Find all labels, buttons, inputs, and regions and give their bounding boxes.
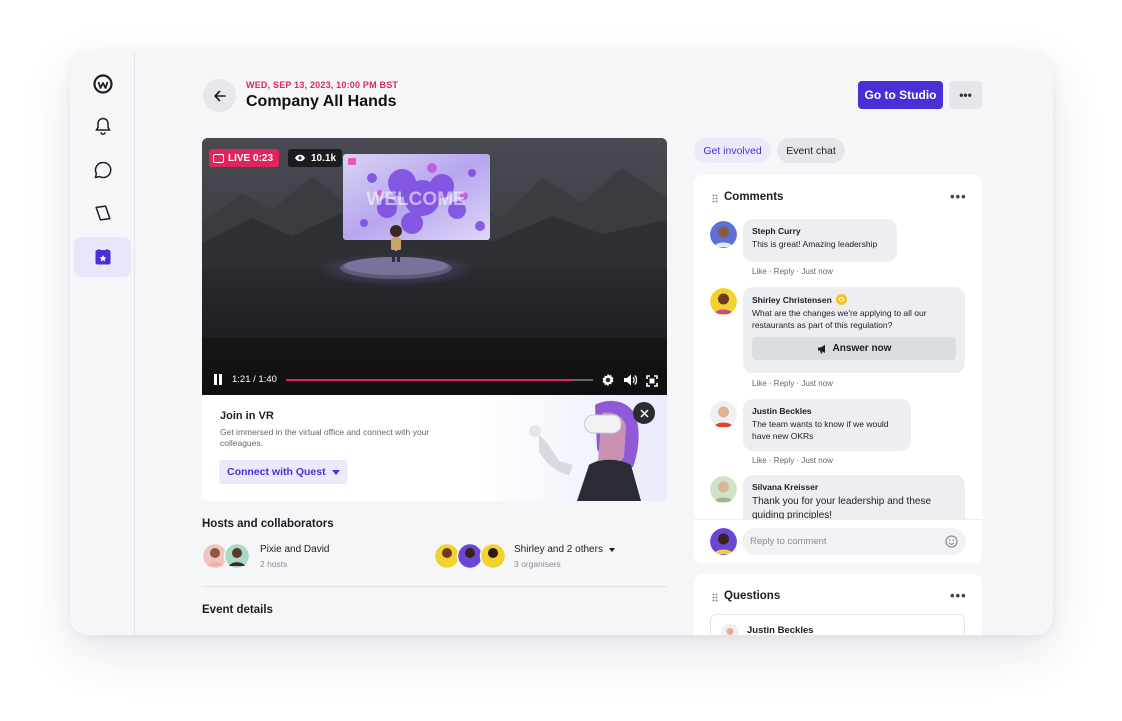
comments-heading: Comments xyxy=(724,191,784,203)
volume-icon[interactable] xyxy=(623,373,638,392)
badge-icon xyxy=(835,294,847,305)
progress-track[interactable] xyxy=(286,379,593,381)
questions-heading: Questions xyxy=(724,590,781,602)
notifications-bell-icon[interactable] xyxy=(74,106,131,146)
more-options-button[interactable]: ••• xyxy=(949,81,982,109)
live-broadcast-icon xyxy=(213,153,224,163)
drag-handle-icon[interactable] xyxy=(712,194,718,203)
host-group-1-name: Pixie and David xyxy=(260,544,330,555)
reply-input[interactable]: Reply to comment xyxy=(742,528,966,555)
join-vr-card: Join in VR Get immersed in the virtual o… xyxy=(202,395,667,501)
hosts-heading: Hosts and collaborators xyxy=(202,518,334,530)
time-display: 1:21 / 1:40 xyxy=(232,374,277,385)
pause-icon xyxy=(214,374,217,385)
host-avatars-2 xyxy=(434,542,507,570)
live-label: LIVE 0:23 xyxy=(228,152,274,164)
chat-bubble-icon[interactable] xyxy=(74,150,131,190)
host-avatars-1 xyxy=(202,542,251,570)
comments-card: Comments ••• Steph Curry This is great! … xyxy=(694,175,982,563)
comment-actions[interactable]: Like · Reply · Just now xyxy=(752,379,833,388)
comment-bubble: Silvana Kreisser Thank you for your lead… xyxy=(743,475,965,519)
avatar xyxy=(710,476,737,503)
avatar xyxy=(710,221,737,248)
questions-card: Questions ••• Justin Beckles xyxy=(694,574,982,635)
answer-now-button[interactable]: Answer now xyxy=(752,337,956,360)
go-to-studio-button[interactable]: Go to Studio xyxy=(858,81,943,109)
back-button[interactable] xyxy=(203,79,236,112)
comment-text: The team wants to know if we would have … xyxy=(752,419,889,441)
video-player[interactable]: WELCOME LIVE 0:23 10.1k 1:21 / 1:40 xyxy=(202,138,667,395)
knowledge-book-icon[interactable] xyxy=(74,193,131,233)
progress-fill xyxy=(286,379,572,381)
connect-with-quest-button[interactable]: Connect with Quest xyxy=(219,460,347,484)
app-window: WED, SEP 13, 2023, 10:00 PM BST Company … xyxy=(70,52,1053,635)
divider xyxy=(694,519,982,520)
page-title: Company All Hands xyxy=(246,93,397,110)
emoji-icon[interactable] xyxy=(945,535,958,548)
vr-description: Get immersed in the virtual office and c… xyxy=(220,427,430,448)
avatar xyxy=(710,401,737,428)
questions-more-icon[interactable]: ••• xyxy=(950,588,967,603)
comment-author: Shirley Christensen xyxy=(752,294,832,305)
comment-bubble: Justin Beckles The team wants to know if… xyxy=(743,399,911,451)
nav-rail xyxy=(70,52,135,635)
main-content: WED, SEP 13, 2023, 10:00 PM BST Company … xyxy=(136,52,1053,635)
close-icon xyxy=(639,408,649,418)
close-vr-card-button[interactable] xyxy=(633,402,655,424)
comment-text: What are the changes we're applying to a… xyxy=(752,308,927,330)
comment-text: This is great! Amazing leadership xyxy=(752,239,878,249)
avatar xyxy=(710,288,737,315)
comment-bubble: Shirley Christensen What are the changes… xyxy=(743,287,965,373)
vr-title: Join in VR xyxy=(220,410,274,422)
pause-button[interactable] xyxy=(213,374,223,385)
comment-actions[interactable]: Like · Reply · Just now xyxy=(752,267,833,276)
live-badge: LIVE 0:23 xyxy=(209,149,280,167)
comment-4-clip: Silvana Kreisser Thank you for your lead… xyxy=(694,471,982,519)
reply-placeholder: Reply to comment xyxy=(750,536,827,547)
screen-welcome-text: WELCOME xyxy=(366,189,465,210)
event-details-heading: Event details xyxy=(202,604,273,616)
eye-icon xyxy=(295,154,305,162)
avatar xyxy=(721,624,739,635)
settings-gear-icon[interactable] xyxy=(601,373,615,392)
comment-author: Silvana Kreisser xyxy=(752,482,819,492)
viewer-count-badge: 10.1k xyxy=(288,149,343,167)
comment-author: Steph Curry xyxy=(752,226,801,236)
host-group-2-name: Shirley and 2 others xyxy=(514,544,603,555)
avatar xyxy=(710,528,737,555)
question-item[interactable]: Justin Beckles xyxy=(710,614,965,635)
host-group-2-sub: 3 organisers xyxy=(514,559,561,569)
comment-text: Thank you for your leadership and these … xyxy=(752,496,931,519)
video-frame-scene: WELCOME xyxy=(202,138,667,395)
comment-author-row: Shirley Christensen xyxy=(752,294,956,305)
question-author: Justin Beckles xyxy=(747,625,814,635)
megaphone-icon xyxy=(817,344,825,353)
comment-bubble: Steph Curry This is great! Amazing leade… xyxy=(743,219,897,262)
events-calendar-icon[interactable] xyxy=(74,237,131,277)
chevron-down-icon xyxy=(331,469,340,475)
divider xyxy=(202,586,667,587)
comments-more-icon[interactable]: ••• xyxy=(950,189,967,204)
host-group-1-sub: 2 hosts xyxy=(260,559,288,569)
connect-with-quest-label: Connect with Quest xyxy=(227,466,326,478)
comment-actions[interactable]: Like · Reply · Just now xyxy=(752,456,833,465)
answer-now-label: Answer now xyxy=(832,343,892,354)
viewer-count: 10.1k xyxy=(311,152,337,164)
host-group-2-name-row: Shirley and 2 others xyxy=(514,544,615,555)
workplace-logo-icon[interactable] xyxy=(74,64,131,104)
arrow-left-icon xyxy=(213,90,226,101)
tab-get-involved[interactable]: Get involved xyxy=(694,138,771,163)
chevron-down-icon xyxy=(608,547,615,552)
tab-event-chat[interactable]: Event chat xyxy=(777,138,845,163)
drag-handle-icon[interactable] xyxy=(712,593,718,602)
event-date: WED, SEP 13, 2023, 10:00 PM BST xyxy=(246,80,399,90)
fullscreen-icon[interactable] xyxy=(646,374,658,392)
comment-author: Justin Beckles xyxy=(752,406,812,416)
